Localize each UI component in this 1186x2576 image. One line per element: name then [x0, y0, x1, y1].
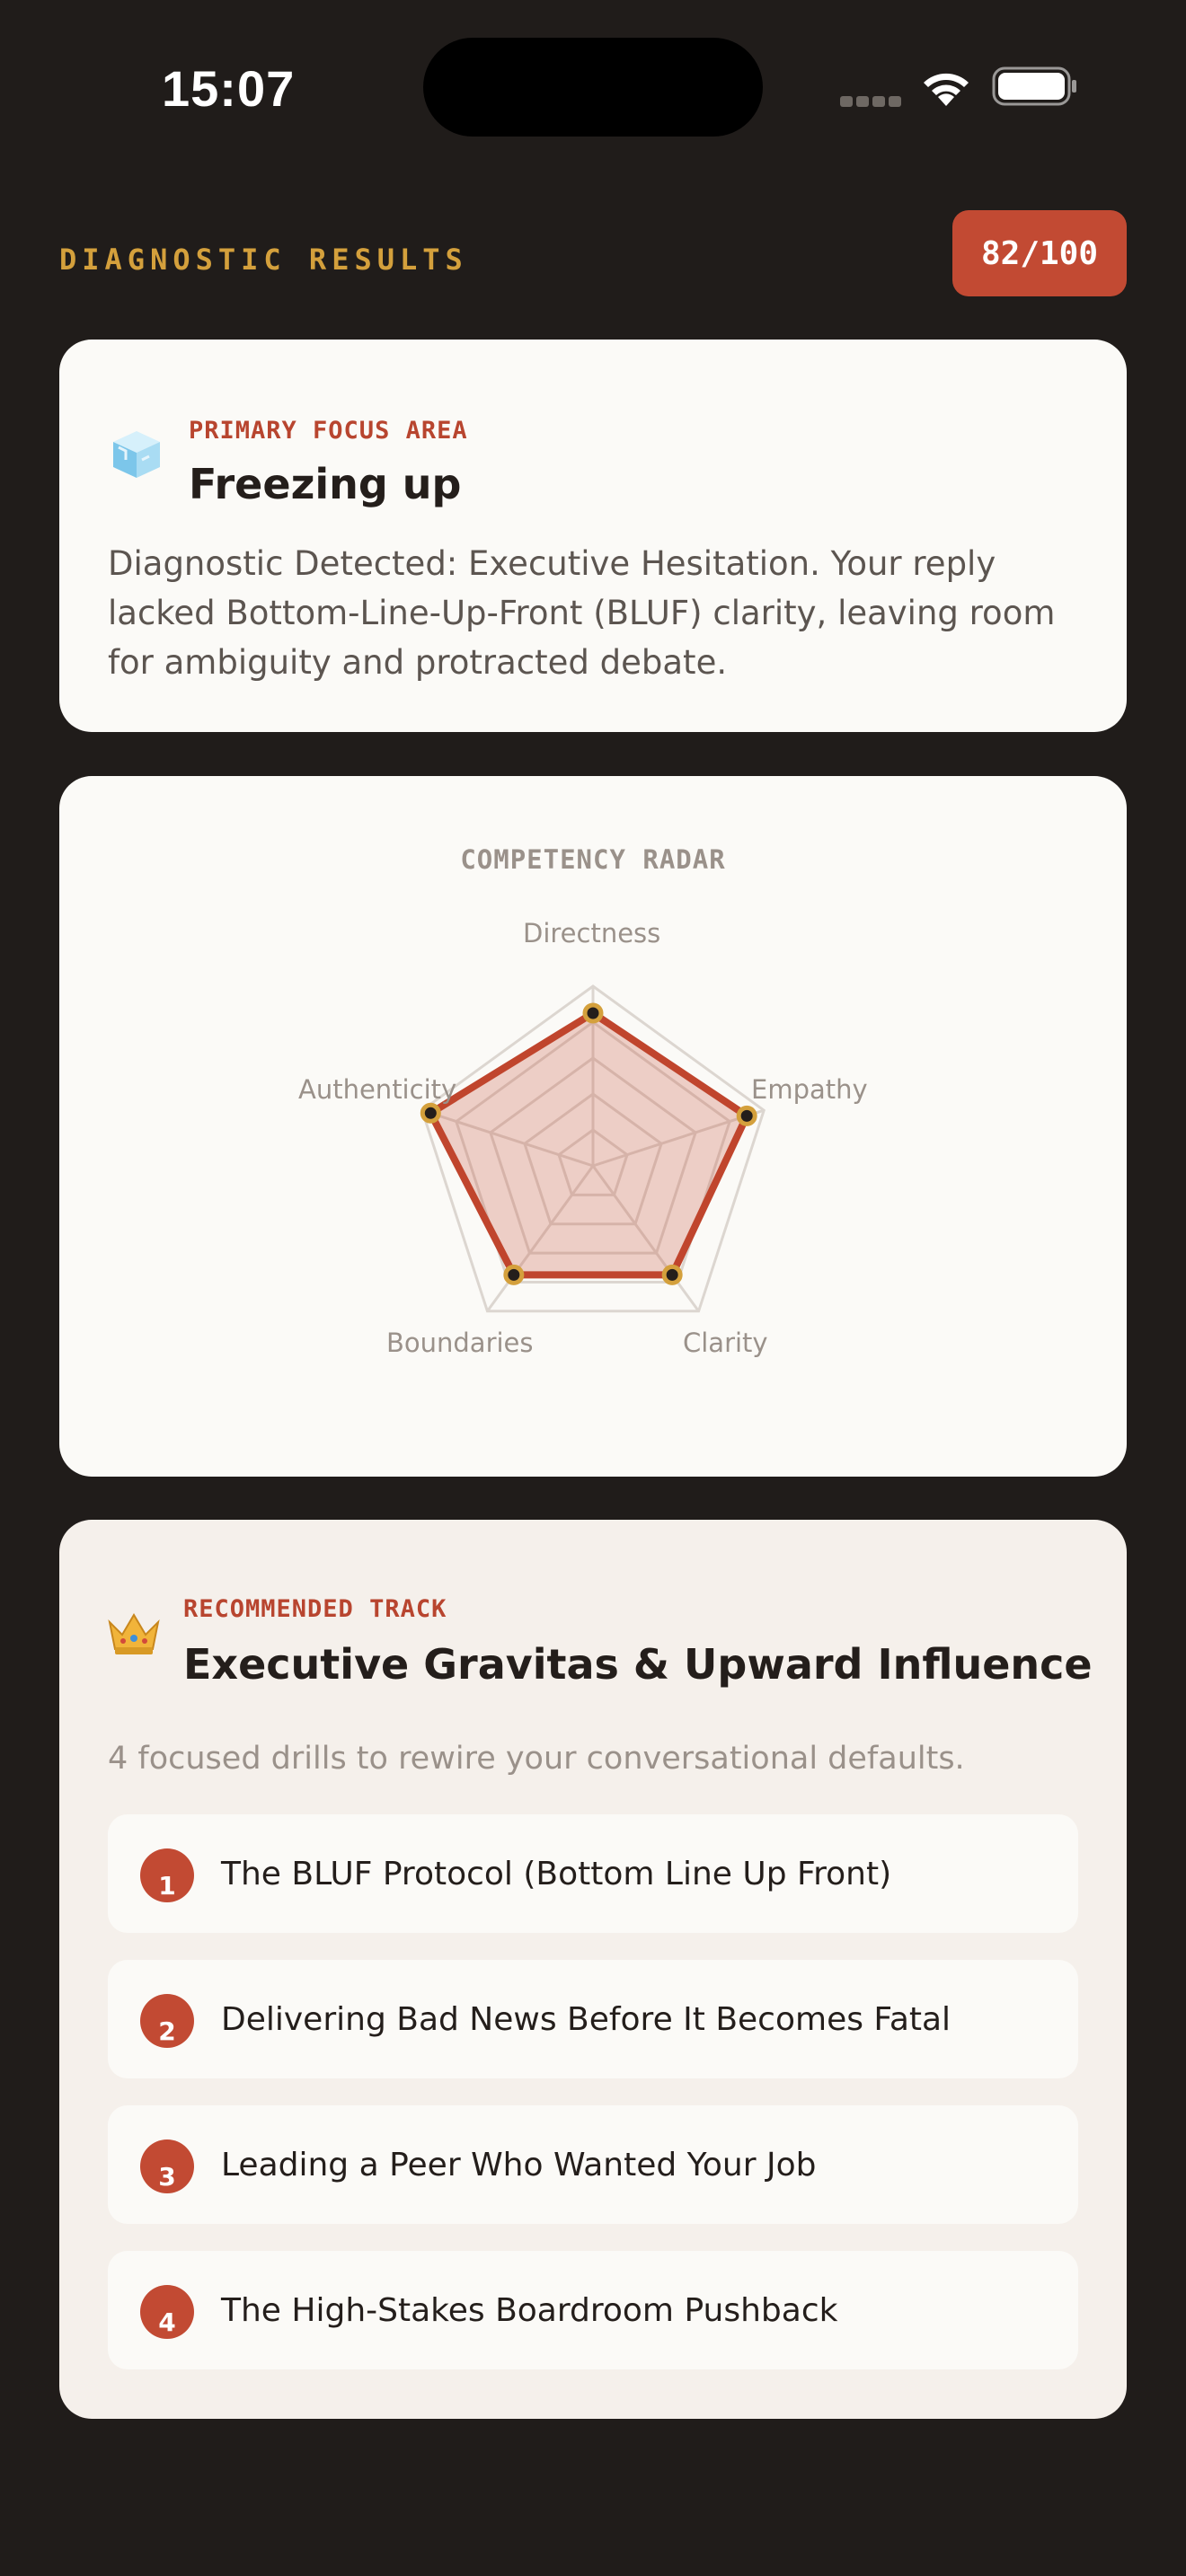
- drill-label: Delivering Bad News Before It Becomes Fa…: [221, 2001, 951, 2038]
- score-badge: 82/100: [952, 210, 1127, 296]
- drill-number-badge: 1: [140, 1848, 194, 1902]
- radar-point-boundaries: [503, 1264, 525, 1285]
- crown-icon: [108, 1613, 160, 1654]
- focus-title: Freezing up: [189, 460, 462, 508]
- ice-cube-icon: [113, 431, 160, 478]
- dynamic-island: [423, 38, 763, 137]
- radar-chart: [420, 984, 766, 1313]
- drill-number-badge: 2: [140, 1994, 194, 2048]
- axis-label-directness: Directness: [523, 918, 661, 948]
- track-description: 4 focused drills to rewire your conversa…: [108, 1741, 965, 1777]
- drill-item-4[interactable]: 4 The High-Stakes Boardroom Pushback: [108, 2251, 1078, 2369]
- focus-description: Diagnostic Detected: Executive Hesitatio…: [108, 544, 1056, 682]
- axis-label-boundaries: Boundaries: [386, 1328, 534, 1358]
- track-title: Executive Gravitas & Upward Influence: [183, 1640, 1093, 1689]
- radar-point-clarity: [661, 1264, 683, 1285]
- radar-point-directness: [582, 1002, 604, 1024]
- recommended-track-card: RECOMMENDED TRACK Executive Gravitas & U…: [59, 1520, 1127, 2419]
- axis-label-authenticity: Authenticity: [298, 1074, 457, 1105]
- page-title: DIAGNOSTIC RESULTS: [59, 243, 468, 277]
- status-time: 15:07: [162, 60, 296, 117]
- drill-item-1[interactable]: 1 The BLUF Protocol (Bottom Line Up Fron…: [108, 1814, 1078, 1933]
- drill-number-badge: 3: [140, 2139, 194, 2193]
- axis-label-clarity: Clarity: [683, 1328, 768, 1358]
- primary-focus-card: PRIMARY FOCUS AREA Freezing up Diagnosti…: [59, 340, 1127, 732]
- status-bar: 15:07: [0, 0, 1186, 180]
- drill-item-2[interactable]: 2 Delivering Bad News Before It Becomes …: [108, 1960, 1078, 2078]
- radar-point-authenticity: [420, 1102, 441, 1124]
- track-kicker: RECOMMENDED TRACK: [183, 1595, 447, 1623]
- wifi-icon: [924, 73, 969, 106]
- diagnostic-results-screen: 15:07 DIAGNOSTIC RESULTS 82/100 PRIMARY …: [0, 0, 1186, 2576]
- drill-label: Leading a Peer Who Wanted Your Job: [221, 2147, 817, 2183]
- radar-point-empathy: [736, 1105, 757, 1126]
- focus-kicker: PRIMARY FOCUS AREA: [189, 417, 468, 445]
- drill-label: The High-Stakes Boardroom Pushback: [221, 2292, 838, 2329]
- competency-radar-card: COMPETENCY RADAR Directness Empathy Clar…: [59, 776, 1127, 1477]
- drill-number-badge: 4: [140, 2285, 194, 2339]
- axis-label-empathy: Empathy: [751, 1074, 868, 1105]
- drill-label: The BLUF Protocol (Bottom Line Up Front): [221, 1856, 892, 1892]
- cellular-signal-icon: [840, 93, 905, 110]
- drill-item-3[interactable]: 3 Leading a Peer Who Wanted Your Job: [108, 2105, 1078, 2224]
- battery-icon: [992, 66, 1076, 106]
- radar-data-area: [427, 1010, 751, 1279]
